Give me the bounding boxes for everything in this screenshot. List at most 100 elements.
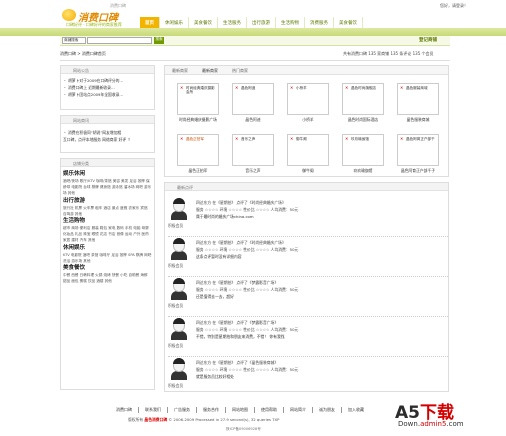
store-card[interactable]: ✕ 晶色服装商城晶色服装商城 — [397, 83, 439, 123]
footer-link[interactable]: 消费口碑 — [110, 407, 139, 413]
store-image[interactable]: ✕ 小桥羊 — [287, 83, 329, 115]
nav-item[interactable]: 生活购物 — [276, 17, 305, 28]
broken-image-icon: ✕ — [290, 85, 294, 90]
nav-item[interactable]: 首页 — [140, 17, 160, 28]
store-card[interactable]: ✕ 晶色阿育正户部千晶色阿育正户部千子 — [397, 134, 439, 174]
store-name[interactable]: 晶色时尚国际酒店 — [342, 117, 384, 123]
logo-icon — [62, 9, 76, 21]
list-item[interactable]: ・ 消费在积极同“胡说”网友增加相 — [63, 129, 152, 136]
store-name[interactable]: 晶色阿迪 — [232, 117, 274, 123]
avatar[interactable] — [170, 358, 188, 380]
store-card[interactable]: ✕ 御牛阁御牛阁 — [287, 134, 329, 174]
tab-store[interactable]: 最新商家 — [195, 66, 225, 74]
avatar[interactable] — [170, 238, 188, 260]
search-type-select[interactable]: 商铺搜索 — [62, 37, 86, 44]
tab-store[interactable]: 热门商家 — [225, 66, 255, 74]
footer-link[interactable]: 诚为朋友 — [313, 407, 342, 413]
watermark-url: Down.admin5.com — [398, 420, 464, 428]
store-image-alt: 玖玖瑜伽馆 — [351, 137, 369, 141]
review-title[interactable]: 四达东方 在《星期拍》 点评了《时尚经典婚庆广场》 — [196, 200, 286, 206]
search-button[interactable]: 搜索 — [154, 37, 164, 44]
store-name[interactable]: 御牛阁 — [287, 168, 329, 174]
review-content: 属于最时尚的婚庆广场china.com — [196, 214, 254, 219]
footer-link[interactable]: 联系我们 — [139, 407, 168, 413]
avatar-body — [171, 251, 187, 260]
user-links[interactable]: 您好，请登录！ — [440, 3, 468, 9]
nav-item[interactable]: 美食餐饮 — [189, 17, 218, 28]
list-item[interactable]: ・ 胡萝卜对于2009在口碑评分的… — [63, 77, 152, 84]
store-name[interactable]: 时尚经典婚庆摄影广场 — [177, 117, 219, 123]
store-image[interactable]: ✕ 玖玖瑜伽馆 — [342, 134, 384, 166]
broken-image-icon: ✕ — [400, 136, 404, 141]
nav-item[interactable]: 美食餐饮 — [334, 17, 363, 28]
store-card[interactable]: ✕ 晶色阿迪晶色阿迪 — [232, 83, 274, 123]
review-user[interactable]: 积极会员 — [168, 263, 183, 269]
nav-item[interactable]: 生活服务 — [218, 17, 247, 28]
store-name[interactable]: 晶色正拍军 — [177, 168, 219, 174]
store-name[interactable]: 小桥羊 — [287, 117, 329, 123]
icp-number[interactable]: 陕ICP备09006928号 — [226, 427, 261, 432]
list-item[interactable]: ・ 消费口碑上 近期最新收录… — [63, 84, 152, 91]
footer-link[interactable]: 网站地图 — [226, 407, 255, 413]
category-heading[interactable]: 生活购物 — [63, 217, 152, 225]
site-name[interactable]: 晶色消费口碑 — [144, 417, 167, 422]
avatar-hair — [173, 238, 185, 244]
category-items[interactable]: 超市 商场 便利店 服装 鞋包 家电 数码 手机 电脑 母婴 化妆品 礼品 珠宝… — [63, 225, 152, 244]
store-image[interactable]: ✕ 晶色正拍军 — [177, 134, 219, 166]
store-name[interactable]: 音乐之声 — [232, 168, 274, 174]
review-user[interactable]: 积极会员 — [168, 303, 183, 309]
tab-store[interactable]: 最新商家 — [165, 66, 195, 74]
category-items[interactable]: 酒吧/夜场 歌厅/KTV 咖啡/茶馆 美容 美发 足浴 按摩 保龄球 电影院 台… — [63, 178, 152, 197]
search-input[interactable] — [87, 37, 152, 44]
list-item[interactable]: 互口碑，点评本地服务 网络商家 好评 ↑ — [63, 136, 152, 143]
nav-item[interactable]: 休闲娱乐 — [160, 17, 189, 28]
avatar-hair — [173, 198, 185, 204]
footer-link[interactable]: 加入收藏 — [342, 407, 370, 413]
store-card[interactable]: ✕ 小桥羊小桥羊 — [287, 83, 329, 123]
category-heading[interactable]: 休闲娱乐 — [63, 244, 152, 252]
footer-link[interactable]: 服务合作 — [197, 407, 226, 413]
store-name[interactable]: 晶色服装商城 — [397, 117, 439, 123]
store-card[interactable]: ✕ 玖玖瑜伽馆 玖玖瑜伽馆 — [342, 134, 384, 174]
footer-link[interactable]: 广告服务 — [168, 407, 197, 413]
avatar[interactable] — [170, 198, 188, 220]
review-user[interactable]: 积极会员 — [168, 343, 183, 349]
footer-link[interactable]: 使用帮助 — [255, 407, 284, 413]
store-image[interactable]: ✕ 晶色时尚旗舰店 — [342, 83, 384, 115]
review-user[interactable]: 积极会员 — [168, 223, 183, 229]
review-title[interactable]: 四达东方 在《星期拍》 点评了《梦露影音广场》 — [196, 280, 278, 286]
review-title[interactable]: 四达东方 在《星期拍》 点评了《晶色服装商城》 — [196, 360, 278, 366]
store-image[interactable]: ✕ 御牛阁 — [287, 134, 329, 166]
panel-title: 最新点评 — [165, 183, 448, 191]
review-title[interactable]: 四达东方 在《星期拍》 点评了《时尚经典婚庆广场》 — [196, 240, 286, 246]
category-heading[interactable]: 娱乐休闲 — [63, 170, 152, 178]
store-image[interactable]: ✕ 晶色阿迪 — [232, 83, 274, 115]
category-heading[interactable]: 美食餐饮 — [63, 264, 152, 272]
panel-title: 网站商讯 — [61, 116, 154, 124]
review-user[interactable]: 积极会员 — [168, 383, 183, 389]
category-items[interactable]: 旅行社 机票 火车票 租车 酒店 景点 度假 农家乐 宾馆 自驾游 其他 — [63, 205, 152, 217]
register-store-link[interactable]: 登记商铺 — [419, 37, 437, 43]
nav-item[interactable]: 消费服务 — [305, 17, 334, 28]
store-image[interactable]: ✕ 晶色阿育正户部千 — [397, 134, 439, 166]
store-image[interactable]: ✕ 时尚经典婚庆摄影会所 — [177, 83, 219, 115]
avatar[interactable] — [170, 318, 188, 340]
store-card[interactable]: ✕ 时尚经典婚庆摄影会所时尚经典婚庆摄影广场 — [177, 83, 219, 123]
review-title[interactable]: 四达东方 在《星期拍》 点评了《梦露影音广场》 — [196, 320, 278, 326]
store-card[interactable]: ✕ 音乐之声音乐之声 — [232, 134, 274, 174]
footer-link[interactable]: 网站简介 — [284, 407, 313, 413]
list-item[interactable]: ・ 胡萝卜团站点2009年全国收录… — [63, 91, 152, 98]
category-items[interactable]: KTV 电影院 酒吧 茶馆 咖啡厅 足浴 按摩 SPA 棋牌 网吧 洗浴 游乐场… — [63, 252, 152, 264]
category-items[interactable]: 中餐 西餐 日韩料理 火锅 烧烤 快餐 小吃 自助餐 海鲜 甜品 面包 蛋糕 饮… — [63, 272, 152, 284]
store-image[interactable]: ✕ 音乐之声 — [232, 134, 274, 166]
review-item: 积极会员 四达东方 在《星期拍》 点评了《时尚经典婚庆广场》 服务 ☆☆☆☆ 环境 … — [168, 238, 448, 277]
logo-subtitle: 消费口碑 — [110, 3, 126, 8]
store-name[interactable]: 晶色阿育正户部千子 — [397, 168, 439, 174]
store-card[interactable]: ✕ 晶色正拍军晶色正拍军 — [177, 134, 219, 174]
store-card[interactable]: ✕ 晶色时尚旗舰店晶色时尚国际酒店 — [342, 83, 384, 123]
category-heading[interactable]: 出行旅游 — [63, 197, 152, 205]
avatar[interactable] — [170, 278, 188, 300]
nav-item[interactable]: 出行旅游 — [247, 17, 276, 28]
store-name[interactable]: 玖玖瑜伽馆 — [342, 168, 384, 174]
store-image[interactable]: ✕ 晶色服装商城 — [397, 83, 439, 115]
